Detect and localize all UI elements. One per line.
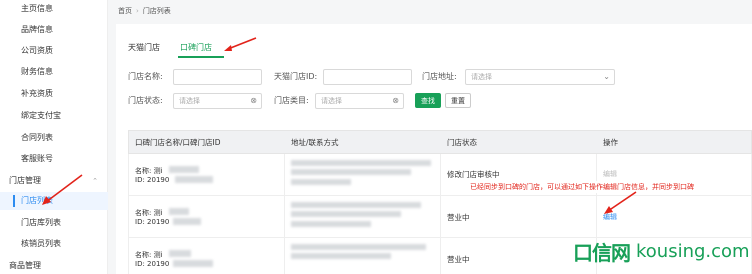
column-divider: [284, 196, 285, 237]
redacted-address: [291, 202, 421, 208]
column-divider: [440, 154, 441, 195]
annotation-arrow-icon: [224, 37, 257, 51]
store-category-select[interactable]: 请选择 ⊗: [315, 93, 404, 109]
store-status: 修改门店审核中: [447, 170, 500, 179]
column-header-actions: 操作: [603, 138, 618, 147]
tab-koubei-stores[interactable]: 口碑门店: [178, 40, 224, 58]
store-name: 名称: 测i: [135, 167, 163, 175]
tmall-store-id-label: 天猫门店ID:: [274, 72, 318, 81]
column-divider: [596, 196, 597, 237]
column-divider: [284, 154, 285, 195]
store-name: 名称: 测i: [135, 209, 163, 217]
sidebar-item-label: 品牌信息: [21, 25, 53, 34]
sidebar-group-label: 商品管理: [9, 261, 41, 270]
sidebar-item-store-library[interactable]: 门店库列表: [0, 214, 108, 232]
annotation-note: 已经同步到口碑的门店，可以通过如下操作编辑门店信息，并同步到口碑: [468, 181, 696, 193]
store-status-select[interactable]: 请选择 ⊗: [173, 93, 262, 109]
sidebar-item-label: 绑定支付宝: [21, 111, 61, 120]
tmall-store-id-input[interactable]: [323, 69, 412, 85]
store-name-input[interactable]: [173, 69, 262, 85]
breadcrumb-home[interactable]: 首页: [118, 7, 132, 15]
sidebar-item-label: 公司资质: [21, 46, 53, 55]
sidebar-item-label: 财务信息: [21, 67, 53, 76]
tab-label: 口碑门店: [180, 43, 212, 52]
sidebar-item-home-info[interactable]: 主页信息: [0, 0, 108, 18]
sidebar-item-supplementary-qualification[interactable]: 补充资质: [0, 85, 108, 103]
column-divider: [284, 238, 285, 274]
sidebar-item-label: 核销员列表: [21, 239, 61, 248]
sidebar-item-label: 主页信息: [21, 4, 53, 13]
redacted-address: [291, 169, 411, 175]
breadcrumb-current: 门店列表: [142, 7, 171, 15]
store-name: 名称: 测i: [135, 251, 163, 259]
sidebar: 主页信息 品牌信息 公司资质 财务信息 补充资质 绑定支付宝 合同列表 客服账号…: [0, 0, 108, 274]
search-button[interactable]: 查找: [415, 93, 441, 108]
main-content: 首页 › 门店列表 天猫门店 口碑门店 门店名称: 天猫门店ID: 门店地址: 请选…: [108, 0, 752, 274]
store-status: 营业中: [447, 255, 470, 264]
clear-circle-icon[interactable]: ⊗: [250, 94, 257, 108]
tab-label: 天猫门店: [128, 43, 160, 52]
table-header: 口碑门店名称/口碑门店ID 地址/联系方式 门店状态 操作: [128, 130, 752, 154]
sidebar-item-contract-list[interactable]: 合同列表: [0, 129, 108, 147]
column-divider: [440, 196, 441, 237]
store-address-label: 门店地址:: [422, 72, 457, 81]
table-row: 名称: 测i ID: 20190 营业中 编辑: [128, 196, 752, 238]
annotation-arrow-icon: [42, 174, 83, 205]
sidebar-item-company-qualification[interactable]: 公司资质: [0, 42, 108, 60]
store-id: ID: 20190: [135, 218, 170, 226]
redacted-address: [291, 160, 431, 166]
redacted-id: [175, 176, 213, 183]
watermark-domain: kousing.com: [636, 240, 750, 262]
redacted-contact: [291, 179, 351, 185]
status-placeholder: 请选择: [179, 97, 200, 105]
sidebar-item-label: 客服账号: [21, 154, 53, 163]
sidebar-item-service-accounts[interactable]: 客服账号: [0, 150, 108, 168]
store-id: ID: 20190: [135, 176, 170, 184]
address-placeholder: 请选择: [471, 73, 492, 81]
watermark: 口信网 kousing.com: [573, 236, 750, 266]
sidebar-item-label: 门店库列表: [21, 218, 61, 227]
column-header-status: 门店状态: [447, 138, 477, 147]
redacted-name: [169, 166, 199, 173]
sidebar-item-label: 补充资质: [21, 89, 53, 98]
sidebar-item-brand-info[interactable]: 品牌信息: [0, 21, 108, 39]
breadcrumb: 首页 › 门店列表: [118, 6, 171, 16]
redacted-id: [173, 218, 201, 225]
redacted-address: [291, 244, 426, 250]
clear-circle-icon[interactable]: ⊗: [392, 94, 399, 108]
store-name-label: 门店名称:: [128, 72, 163, 81]
sidebar-item-bind-alipay[interactable]: 绑定支付宝: [0, 107, 108, 125]
store-id: ID: 20190: [135, 260, 170, 268]
sidebar-group-label: 门店管理: [9, 176, 41, 185]
column-header-name-id: 口碑门店名称/口碑门店ID: [135, 138, 221, 147]
store-status-label: 门店状态:: [128, 96, 163, 105]
store-category-label: 门店类目:: [274, 96, 309, 105]
watermark-logo: 口信网: [573, 240, 631, 265]
annotation-arrow-icon: [604, 191, 637, 214]
sidebar-group-product-management[interactable]: 商品管理: [0, 257, 108, 274]
sidebar-item-label: 合同列表: [21, 133, 53, 142]
redacted-id: [173, 260, 213, 267]
store-status: 营业中: [447, 213, 470, 222]
redacted-name: [169, 208, 189, 215]
store-address-select[interactable]: 请选择 ⌄: [465, 69, 615, 85]
category-placeholder: 请选择: [321, 97, 342, 105]
sidebar-item-verifier-list[interactable]: 核销员列表: [0, 235, 108, 253]
column-divider: [440, 238, 441, 274]
breadcrumb-separator: ›: [136, 7, 139, 15]
chevron-down-icon: ⌄: [603, 72, 610, 81]
redacted-contact: [291, 221, 371, 227]
redacted-address: [291, 253, 391, 259]
column-header-address: 地址/联系方式: [291, 138, 339, 147]
redacted-address: [291, 211, 401, 217]
tab-tmall-stores[interactable]: 天猫门店: [128, 40, 168, 58]
reset-button[interactable]: 重置: [445, 93, 471, 108]
chevron-up-icon: ⌃: [92, 177, 98, 185]
redacted-name: [169, 250, 191, 257]
sidebar-item-finance-info[interactable]: 财务信息: [0, 63, 108, 81]
edit-link-disabled[interactable]: 编辑: [603, 169, 617, 179]
